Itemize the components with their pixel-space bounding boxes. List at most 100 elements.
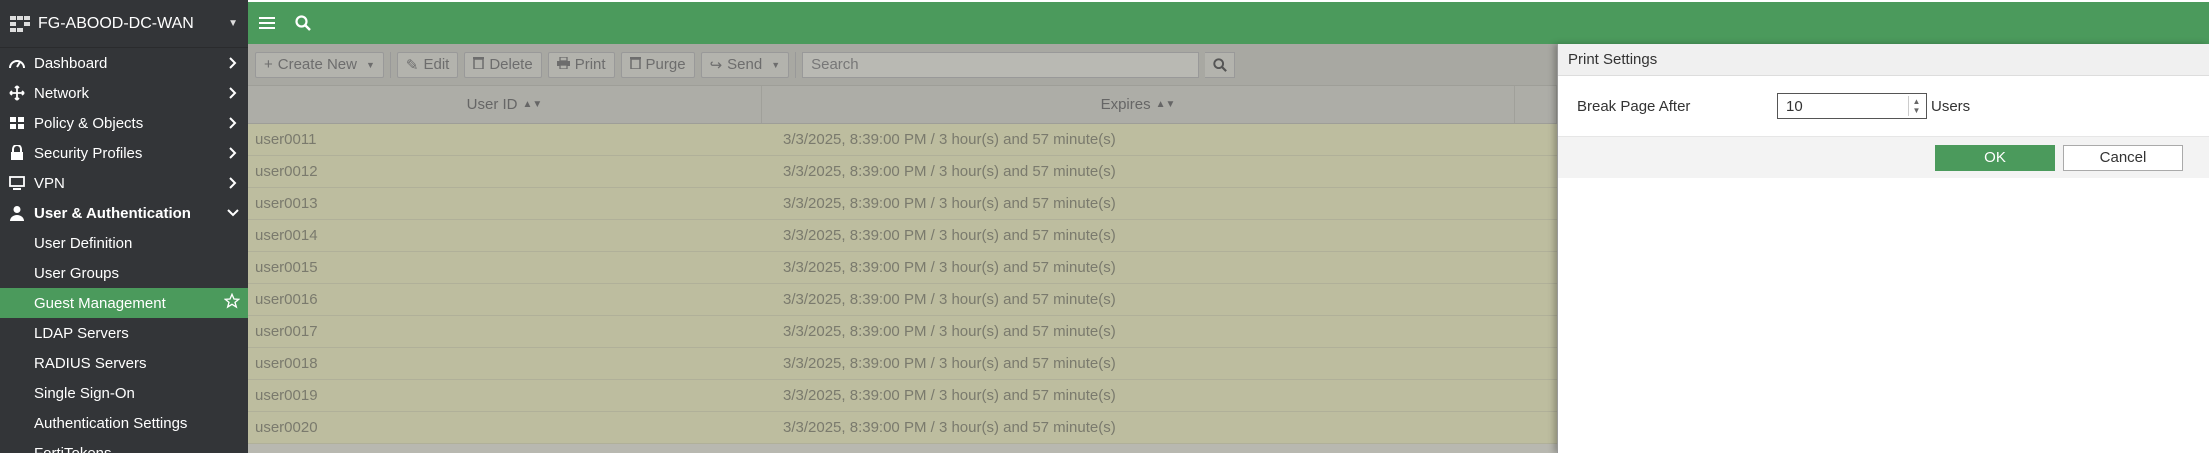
- print-settings-panel: Print Settings Break Page After 10 ▲ ▼ Us…: [1557, 44, 2209, 453]
- ok-button[interactable]: OK: [1935, 144, 2055, 171]
- device-name: FG-ABOOD-DC-WAN: [38, 14, 194, 32]
- column-header-label: User ID: [466, 96, 518, 113]
- cell-user-id: user0017: [255, 323, 318, 340]
- star-favorite-icon[interactable]: [223, 292, 241, 313]
- cell-expires: 3/3/2025, 8:39:00 PM / 3 hour(s) and 57 …: [783, 195, 1116, 212]
- fortinet-logo-icon: [10, 15, 32, 33]
- column-header-extra: [1515, 86, 1557, 123]
- search-input[interactable]: Search: [802, 51, 1200, 78]
- trash-icon: [473, 56, 485, 73]
- table-row[interactable]: user0016 3/3/2025, 8:39:00 PM / 3 hour(s)…: [248, 284, 1557, 316]
- sidebar-subitem-user-definition[interactable]: User Definition: [0, 228, 248, 258]
- chevron-right-icon: [226, 87, 240, 99]
- cell-expires: 3/3/2025, 8:39:00 PM / 3 hour(s) and 57 …: [783, 419, 1116, 436]
- printer-icon: [556, 56, 570, 73]
- sidebar-subitem-fortitokens[interactable]: FortiTokens: [0, 438, 248, 453]
- sidebar-item-network[interactable]: Network: [0, 78, 248, 108]
- table-row[interactable]: user0017 3/3/2025, 8:39:00 PM / 3 hour(s)…: [248, 316, 1557, 348]
- sidebar-subitem-radius-servers[interactable]: RADIUS Servers: [0, 348, 248, 378]
- sidebar-item-dashboard[interactable]: Dashboard: [0, 48, 248, 78]
- cell-expires: 3/3/2025, 8:39:00 PM / 3 hour(s) and 57 …: [783, 259, 1116, 276]
- toolbar: + Create New ▼ ✎ Edit Delete Print Purge…: [248, 44, 1557, 86]
- cell-user-id: user0015: [255, 259, 318, 276]
- pencil-icon: ✎: [405, 56, 419, 74]
- cell-user-id: user0013: [255, 195, 318, 212]
- policy-icon: [8, 114, 26, 132]
- cancel-button[interactable]: Cancel: [2063, 144, 2183, 171]
- edit-label: Edit: [423, 56, 450, 73]
- sort-icon: ▲▼: [522, 99, 543, 110]
- column-header-user-id[interactable]: User ID ▲▼: [248, 86, 762, 123]
- share-icon: ↪: [709, 56, 723, 74]
- caret-down-icon: ▼: [771, 59, 781, 70]
- sidebar-subitem-user-groups[interactable]: User Groups: [0, 258, 248, 288]
- cell-expires: 3/3/2025, 8:39:00 PM / 3 hour(s) and 57 …: [783, 355, 1116, 372]
- column-header-expires[interactable]: Expires ▲▼: [762, 86, 1515, 123]
- sidebar-item-policy-objects[interactable]: Policy & Objects: [0, 108, 248, 138]
- sidebar-subitem-label: User Definition: [34, 234, 133, 252]
- spinner-arrows-icon[interactable]: ▲ ▼: [1908, 96, 1924, 116]
- cell-expires: 3/3/2025, 8:39:00 PM / 3 hour(s) and 57 …: [783, 387, 1116, 404]
- trash-icon: [629, 56, 641, 73]
- delete-label: Delete: [489, 56, 533, 73]
- sidebar-subitem-label: Single Sign-On: [34, 384, 135, 402]
- search-button[interactable]: [1205, 51, 1236, 78]
- print-button[interactable]: Print: [547, 51, 615, 78]
- table-row[interactable]: user0020 3/3/2025, 8:39:00 PM / 3 hour(s)…: [248, 412, 1557, 444]
- sidebar-subitem-ldap-servers[interactable]: LDAP Servers: [0, 318, 248, 348]
- chevron-right-icon: [226, 57, 240, 69]
- break-page-unit: Users: [1931, 97, 1971, 115]
- sidebar-item-user-authentication[interactable]: User & Authentication: [0, 198, 248, 228]
- delete-button[interactable]: Delete: [464, 51, 542, 78]
- table-row[interactable]: user0015 3/3/2025, 8:39:00 PM / 3 hour(s)…: [248, 252, 1557, 284]
- sidebar-item-security-profiles[interactable]: Security Profiles: [0, 138, 248, 168]
- sidebar-subitem-guest-management[interactable]: Guest Management: [0, 288, 248, 318]
- chevron-right-icon: [226, 177, 240, 189]
- chevron-right-icon: [226, 117, 240, 129]
- guest-management-content: + Create New ▼ ✎ Edit Delete Print Purge…: [248, 44, 1557, 453]
- caret-down-icon: ▼: [365, 59, 375, 70]
- panel-form: Break Page After 10 ▲ ▼ Users: [1558, 76, 2209, 136]
- purge-label: Purge: [645, 56, 686, 73]
- table-row[interactable]: user0011 3/3/2025, 8:39:00 PM / 3 hour(s)…: [248, 124, 1557, 156]
- table-row[interactable]: user0012 3/3/2025, 8:39:00 PM / 3 hour(s)…: [248, 156, 1557, 188]
- table-row[interactable]: user0013 3/3/2025, 8:39:00 PM / 3 hour(s)…: [248, 188, 1557, 220]
- break-page-value: 10: [1786, 97, 1803, 115]
- sidebar-subitem-label: RADIUS Servers: [34, 354, 147, 372]
- hamburger-menu-icon[interactable]: [258, 14, 276, 32]
- cell-user-id: user0018: [255, 355, 318, 372]
- print-label: Print: [574, 56, 606, 73]
- send-label: Send: [727, 56, 763, 73]
- chevron-right-icon: [226, 147, 240, 159]
- sidebar-subitem-label: Guest Management: [34, 294, 166, 312]
- cell-expires: 3/3/2025, 8:39:00 PM / 3 hour(s) and 57 …: [783, 131, 1116, 148]
- cell-user-id: user0016: [255, 291, 318, 308]
- table-row[interactable]: user0019 3/3/2025, 8:39:00 PM / 3 hour(s)…: [248, 380, 1557, 412]
- sidebar-item-label: Dashboard: [34, 54, 108, 72]
- sidebar-item-label: Security Profiles: [34, 144, 143, 162]
- cell-user-id: user0020: [255, 419, 318, 436]
- cell-user-id: user0012: [255, 163, 318, 180]
- table-row[interactable]: user0018 3/3/2025, 8:39:00 PM / 3 hour(s)…: [248, 348, 1557, 380]
- sidebar-subitem-single-sign-on[interactable]: Single Sign-On: [0, 378, 248, 408]
- panel-footer: OK Cancel: [1558, 136, 2209, 178]
- table-row[interactable]: user0014 3/3/2025, 8:39:00 PM / 3 hour(s)…: [248, 220, 1557, 252]
- sidebar-subitem-authentication-settings[interactable]: Authentication Settings: [0, 408, 248, 438]
- search-icon[interactable]: [294, 14, 312, 32]
- column-header-label: Expires: [1100, 96, 1151, 113]
- device-selector[interactable]: FG-ABOOD-DC-WAN ▼: [0, 0, 248, 48]
- plus-icon: +: [264, 56, 273, 73]
- toolbar-divider: [389, 51, 391, 78]
- purge-button[interactable]: Purge: [620, 51, 695, 78]
- break-page-input[interactable]: 10 ▲ ▼: [1777, 93, 1927, 119]
- send-button[interactable]: ↪ Send ▼: [700, 51, 790, 78]
- create-new-button[interactable]: + Create New ▼: [255, 51, 384, 78]
- sort-icon: ▲▼: [1155, 99, 1176, 110]
- sidebar-item-vpn[interactable]: VPN: [0, 168, 248, 198]
- edit-button[interactable]: ✎ Edit: [396, 51, 459, 78]
- toolbar-divider: [795, 51, 797, 78]
- chevron-down-icon: [226, 209, 240, 217]
- sidebar-subitem-label: Authentication Settings: [34, 414, 188, 432]
- create-new-label: Create New: [277, 56, 357, 73]
- panel-title: Print Settings: [1558, 44, 2209, 76]
